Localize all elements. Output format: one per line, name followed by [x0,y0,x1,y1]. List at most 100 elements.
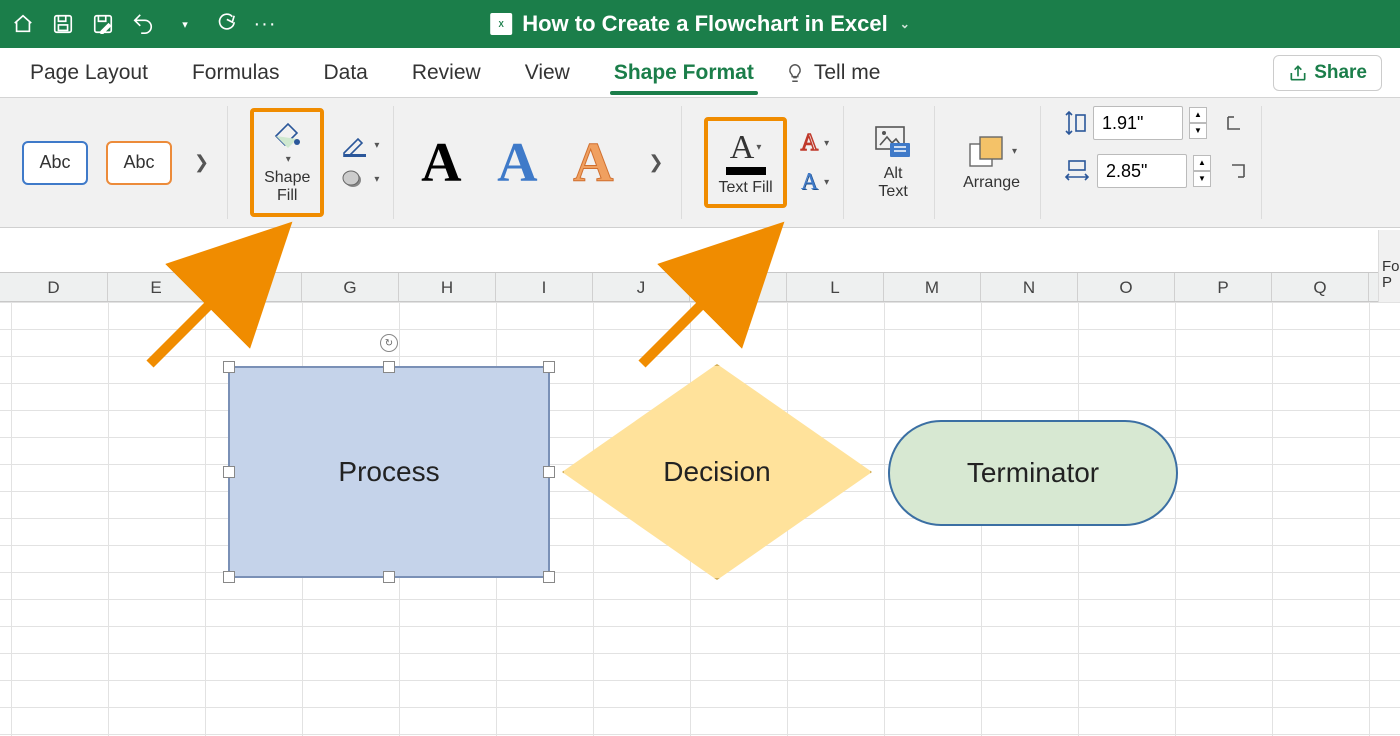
col-header[interactable]: N [981,273,1078,301]
wordart-gallery-next-icon[interactable]: ❯ [644,152,667,173]
document-title-text: How to Create a Flowchart in Excel [522,11,888,37]
tab-page-layout[interactable]: Page Layout [8,53,170,93]
col-header[interactable]: I [496,273,593,301]
text-fill-highlight: A▾ Text Fill [704,117,786,209]
shape-fill-label: Shape Fill [264,169,310,204]
chevron-down-icon: ▾ [824,177,829,188]
height-stepper: ▲ ▼ [1189,107,1207,139]
shape-decision[interactable]: Decision [562,364,872,580]
alt-text-icon [872,125,914,161]
share-icon [1288,63,1308,83]
ribbon-tabs: Page Layout Formulas Data Review View Sh… [0,48,1400,98]
chevron-down-icon: ▾ [1012,146,1017,157]
wordart-preset-black[interactable]: A [416,131,466,195]
shape-process[interactable]: Process ↻ [228,366,550,578]
tell-me-label: Tell me [814,61,881,85]
crop-bottom-icon[interactable] [1229,162,1247,180]
wordart-preset-blue[interactable]: A [492,131,542,195]
wordart-preset-orange[interactable]: A [568,131,618,195]
title-dropdown-icon[interactable]: ⌄ [900,17,910,31]
worksheet-grid[interactable]: Process ↻ Decision Terminator [0,302,1400,736]
quick-access-toolbar: ▾ ··· [12,13,276,35]
col-header[interactable]: O [1078,273,1175,301]
excel-file-icon: X [490,13,512,35]
chevron-down-icon: ▾ [374,140,379,151]
shape-styles-group: Abc Abc ❯ [8,106,228,219]
rotate-handle[interactable]: ↻ [380,334,398,352]
save-icon[interactable] [52,13,74,35]
resize-handle[interactable] [543,361,555,373]
resize-handle[interactable] [223,466,235,478]
text-effects-button[interactable]: A ▾ [801,169,829,196]
width-step-down[interactable]: ▼ [1193,171,1211,187]
text-outline-icon: A [801,130,818,157]
text-fill-group: A▾ Text Fill A ▾ A ▾ [690,106,844,219]
width-step-up[interactable]: ▲ [1193,155,1211,171]
shape-terminator-label: Terminator [967,457,1099,489]
alt-text-button[interactable]: Alt Text [866,121,920,204]
tab-shape-format[interactable]: Shape Format [592,53,776,93]
arrange-button[interactable]: ▾ Arrange [957,130,1026,196]
col-header[interactable]: G [302,273,399,301]
shape-height-input[interactable] [1093,106,1183,140]
more-icon[interactable]: ··· [254,13,276,35]
text-fill-label: Text Fill [718,179,772,197]
paint-bucket-icon [270,120,304,150]
tab-formulas[interactable]: Formulas [170,53,302,93]
col-header[interactable]: D [0,273,108,301]
col-header[interactable]: H [399,273,496,301]
size-group: ▲ ▼ ▲ ▼ [1049,106,1262,219]
undo-icon[interactable] [132,13,154,35]
shape-style-preset-2[interactable]: Abc [106,141,172,185]
bulb-icon [784,62,806,84]
resize-handle[interactable] [383,571,395,583]
text-outline-effects-stack: A ▾ A ▾ [801,130,829,196]
text-fill-swatch [726,167,766,175]
shape-decision-label: Decision [663,456,770,488]
shape-fill-highlight: ▾ Shape Fill [250,108,324,216]
annotation-arrow-left [140,254,270,379]
shape-effects-button[interactable]: ▾ [342,169,379,191]
chevron-down-icon: ▾ [756,142,761,153]
tab-view[interactable]: View [503,53,592,93]
crop-top-icon[interactable] [1225,114,1243,132]
width-icon [1063,159,1091,183]
col-header[interactable]: M [884,273,981,301]
resize-handle[interactable] [543,466,555,478]
shape-style-preset-1[interactable]: Abc [22,141,88,185]
shape-width-input[interactable] [1097,154,1187,188]
arrange-group: ▾ Arrange [943,106,1041,219]
height-control: ▲ ▼ [1063,106,1243,140]
shape-fill-button[interactable]: ▾ Shape Fill [258,116,316,208]
tell-me[interactable]: Tell me [776,61,881,85]
shape-process-label: Process [338,456,439,488]
share-button[interactable]: Share [1273,55,1382,91]
resize-handle[interactable] [223,571,235,583]
undo-dropdown-icon[interactable]: ▾ [174,13,196,35]
save-edit-icon[interactable] [92,13,114,35]
home-icon[interactable] [12,13,34,35]
title-bar: ▾ ··· X How to Create a Flowchart in Exc… [0,0,1400,48]
resize-handle[interactable] [543,571,555,583]
tab-review[interactable]: Review [390,53,503,93]
shape-terminator[interactable]: Terminator [888,420,1178,526]
shape-outline-button[interactable]: ▾ [342,135,379,157]
width-control: ▲ ▼ [1063,154,1247,188]
height-step-down[interactable]: ▼ [1189,123,1207,139]
height-step-up[interactable]: ▲ [1189,107,1207,123]
height-icon [1063,109,1087,137]
tab-data[interactable]: Data [301,53,389,93]
alt-text-group: Alt Text [852,106,935,219]
redo-icon[interactable] [214,13,236,35]
resize-handle[interactable] [383,361,395,373]
text-fill-button[interactable]: A▾ Text Fill [712,125,778,201]
alt-text-label: Alt Text [878,165,907,200]
col-header[interactable]: Q [1272,273,1369,301]
ribbon: Abc Abc ❯ ▾ Shape Fill ▾ ▾ A A A ❯ [0,98,1400,228]
shape-outline-effects-stack: ▾ ▾ [342,135,379,191]
shape-style-gallery-next-icon[interactable]: ❯ [190,152,213,173]
text-outline-button[interactable]: A ▾ [801,130,829,157]
col-header[interactable]: P [1175,273,1272,301]
wordart-styles-group: A A A ❯ [402,106,682,219]
col-header[interactable]: L [787,273,884,301]
